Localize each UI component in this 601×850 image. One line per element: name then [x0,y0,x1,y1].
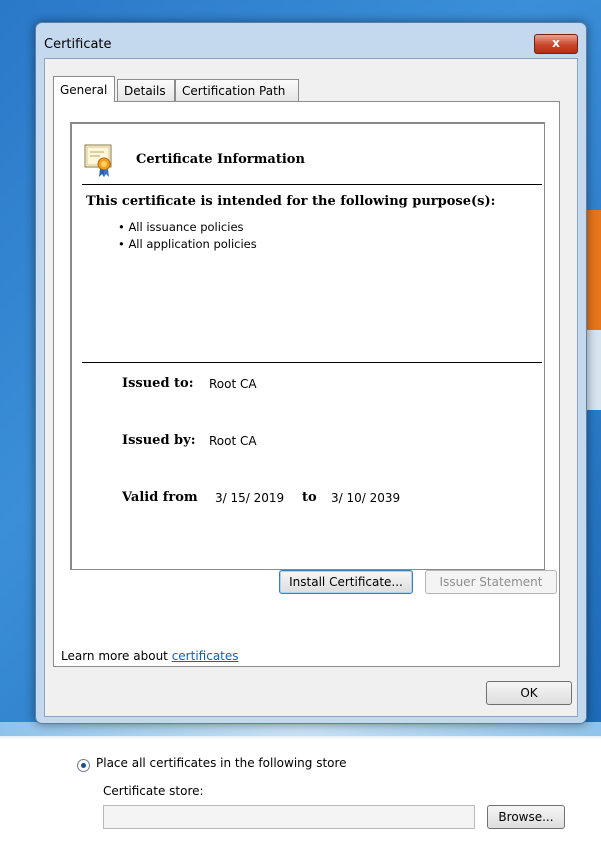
certificate-dialog: Certificate x General Details Certificat… [35,22,587,724]
general-tab-panel: Certificate Information This certificate… [53,101,560,667]
import-wizard-fragment: Place all certificates in the following … [0,736,601,850]
store-radio-button[interactable] [77,759,90,772]
purpose-item: • All issuance policies [118,220,244,234]
close-button[interactable]: x [534,34,578,54]
info-divider-top [82,184,542,185]
valid-to-value: 3/ 10/ 2039 [331,491,401,505]
certificate-store-input[interactable] [103,805,475,829]
issued-to-label: Issued to: [122,376,194,391]
tab-certification-path[interactable]: Certification Path [175,79,299,101]
purpose-heading: This certificate is intended for the fol… [86,194,496,209]
dialog-client-area: General Details Certification Path Certi… [44,58,578,717]
issued-to-value: Root CA [209,377,257,391]
install-certificate-button[interactable]: Install Certificate... [279,570,413,594]
ok-button[interactable]: OK [486,681,572,705]
wizard-divider [0,736,601,740]
certificates-link[interactable]: certificates [172,649,239,663]
info-divider-bottom [82,362,542,363]
issued-by-value: Root CA [209,434,257,448]
browse-button[interactable]: Browse... [487,805,565,829]
issuer-statement-button[interactable]: Issuer Statement [425,570,557,594]
certificate-icon [84,144,112,177]
certificate-info-title: Certificate Information [136,152,305,167]
tab-details[interactable]: Details [117,79,175,101]
tab-general[interactable]: General [53,76,115,102]
valid-from-label: Valid from [122,490,198,505]
store-radio-label[interactable]: Place all certificates in the following … [96,756,347,770]
desktop-window-edge-light [587,330,601,410]
certificate-store-label: Certificate store: [103,784,204,798]
learn-more-text: Learn more about certificates [61,649,239,663]
valid-from-value: 3/ 15/ 2019 [215,491,285,505]
desktop-window-edge [587,210,601,330]
purpose-item: • All application policies [118,237,257,251]
certificate-info-box: Certificate Information This certificate… [70,122,545,570]
learn-more-prefix: Learn more about [61,649,172,663]
issued-by-label: Issued by: [122,433,196,448]
valid-to-label: to [302,490,317,505]
dialog-title: Certificate [44,37,112,52]
close-icon: x [552,36,560,50]
desktop-light-strip [0,722,601,736]
radio-selected-dot [81,763,86,768]
